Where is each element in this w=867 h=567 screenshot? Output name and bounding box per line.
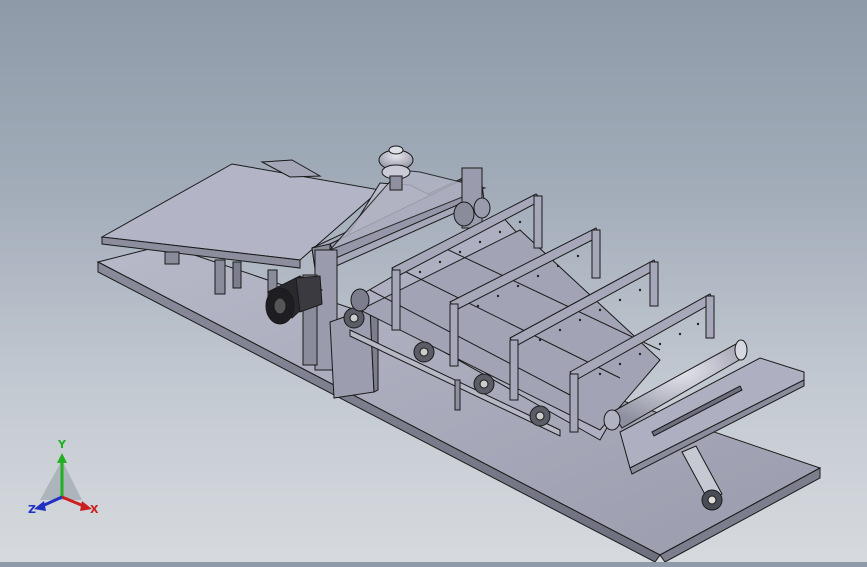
- cad-viewport[interactable]: Y X Z: [0, 0, 867, 563]
- assembly-model[interactable]: [0, 0, 867, 563]
- orientation-triad: Y X Z: [20, 438, 110, 525]
- x-axis-label: X: [90, 503, 99, 516]
- z-axis-label: Z: [28, 503, 36, 516]
- y-axis-label: Y: [58, 438, 66, 451]
